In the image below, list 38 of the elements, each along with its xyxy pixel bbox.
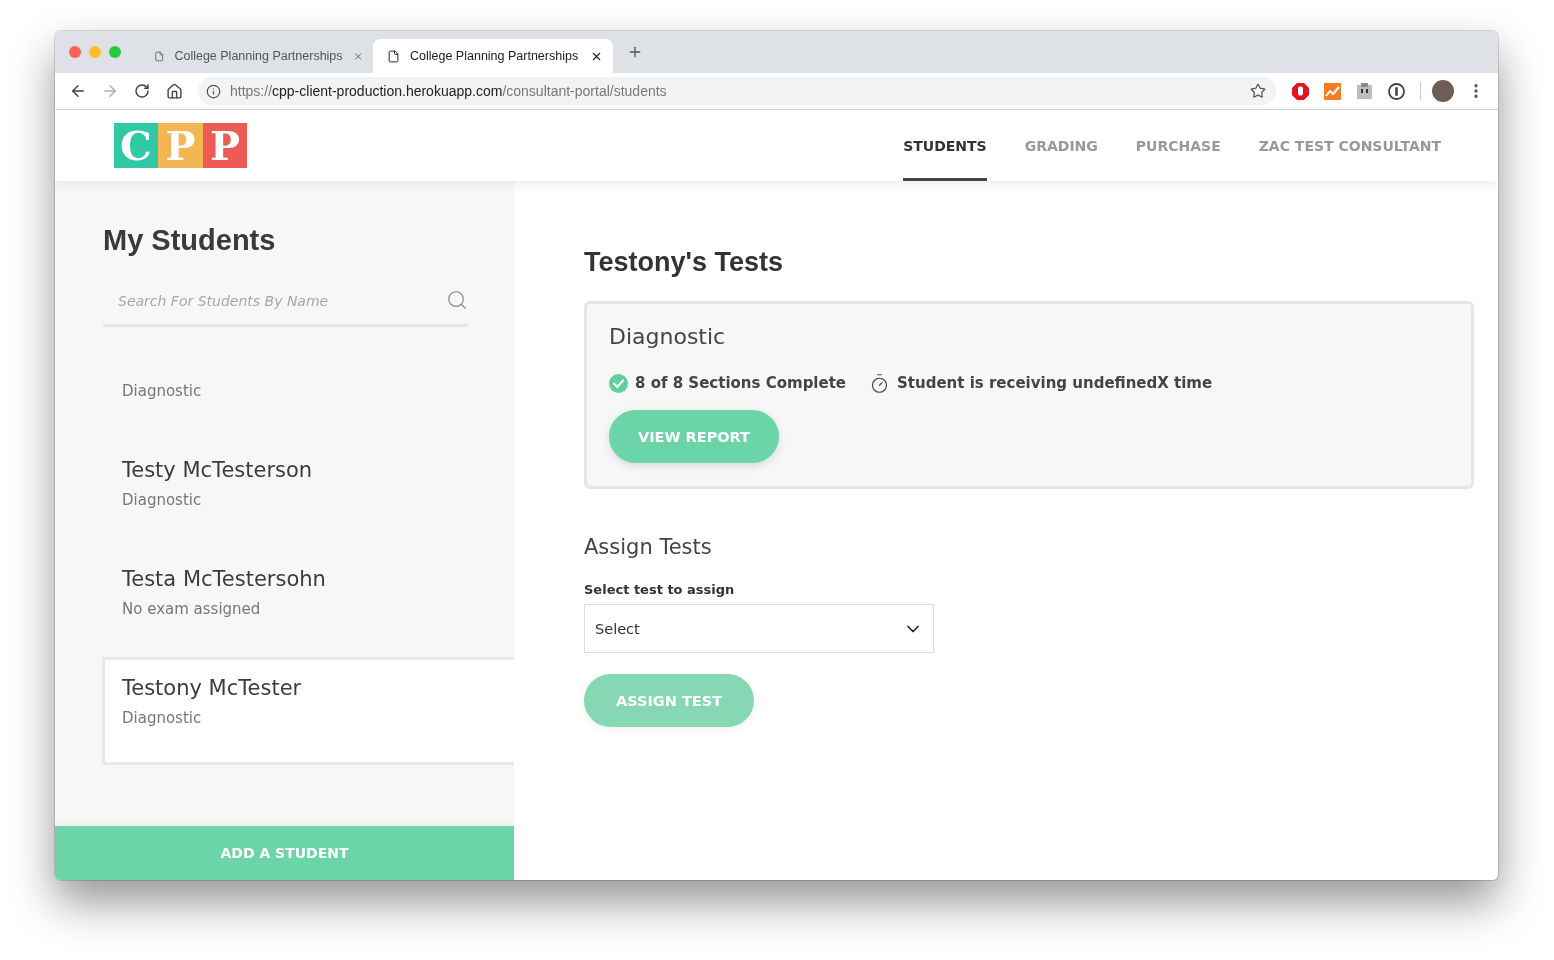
student-status: Diagnostic [122, 490, 203, 511]
progress-text: 8 of 8 Sections Complete [635, 374, 847, 392]
circle-bar-icon[interactable] [1387, 82, 1405, 100]
logo-letter: P [203, 123, 247, 168]
field-label: Select test to assign [584, 581, 736, 599]
document-icon [387, 49, 400, 63]
student-name: Testa McTestersohn [122, 566, 327, 593]
info-icon[interactable] [206, 83, 221, 99]
test-name: Diagnostic [609, 323, 727, 351]
new-tab-icon[interactable] [627, 44, 643, 60]
stop-sign-icon[interactable] [1291, 82, 1309, 100]
sidebar-title: My Students [103, 223, 277, 257]
avatar-icon[interactable] [1432, 80, 1454, 102]
student-name: Testony McTester [122, 675, 303, 702]
student-list-item[interactable]: Testony McTester Diagnostic [102, 657, 514, 765]
tab-title: College Planning Partnerships [410, 49, 580, 63]
search-icon[interactable] [446, 289, 468, 311]
browser-tab[interactable]: College Planning Partnerships [373, 39, 613, 73]
student-status: No exam assigned [122, 599, 262, 620]
student-name: Testy McTesterson [122, 457, 314, 484]
reload-icon[interactable] [134, 83, 150, 99]
extension-icon[interactable] [1356, 83, 1372, 99]
star-icon[interactable] [1250, 83, 1266, 99]
student-status: Diagnostic [122, 381, 203, 402]
time-note: Student is receiving undefinedX time [897, 374, 1213, 392]
logo-letter: C [114, 123, 158, 168]
search-field[interactable]: Search For Students By Name [103, 283, 468, 327]
tab-title: College Planning Partnerships [174, 49, 343, 63]
section-title: Assign Tests [584, 534, 713, 561]
address-bar[interactable]: https://cpp-client-production.herokuapp.com/consultant-portal/students [198, 77, 1276, 105]
page-title: Testony's Tests [584, 246, 784, 279]
logo-letter: P [158, 123, 203, 168]
document-icon [154, 49, 165, 63]
url-text: https://cpp-client-production.herokuapp.com/consultant-portal/students [230, 83, 668, 99]
chart-icon[interactable] [1323, 82, 1341, 100]
home-icon[interactable] [165, 82, 183, 100]
test-select[interactable]: Select [584, 604, 934, 653]
student-status: Diagnostic [122, 708, 203, 729]
